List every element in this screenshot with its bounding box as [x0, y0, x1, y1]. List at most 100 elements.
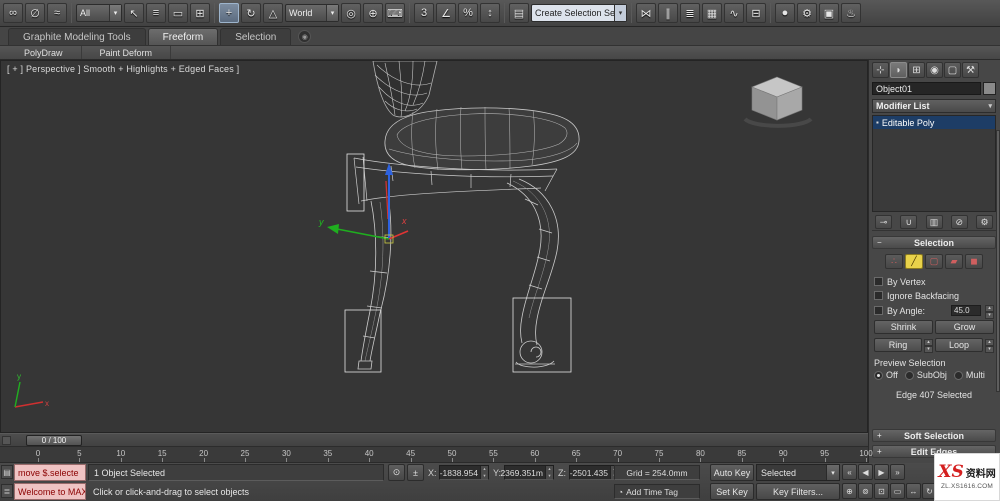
shrink-button[interactable]: Shrink	[874, 320, 933, 334]
by-angle-field[interactable]: 45.0	[951, 305, 981, 316]
spinner-up-icon[interactable]: ▴	[985, 305, 994, 312]
ring-button[interactable]: Ring	[874, 338, 922, 352]
ribbon-tab-selection[interactable]: Selection	[220, 28, 291, 45]
key-mode-dropdown[interactable]: Selected ▾	[756, 464, 840, 481]
named-selection-sets-icon[interactable]: ▤	[509, 3, 529, 23]
create-tab-icon[interactable]: ⊹	[872, 62, 889, 78]
bind-to-space-warp-icon[interactable]: ≈	[47, 3, 67, 23]
object-name-field[interactable]: Object01	[872, 82, 981, 95]
selection-filter-dropdown[interactable]: All▾	[76, 4, 122, 22]
curve-editor-icon[interactable]: ∿	[724, 3, 744, 23]
spinner-down-icon[interactable]: ▾	[985, 346, 994, 353]
time-slider[interactable]: 0 / 100	[26, 435, 82, 446]
graphite-ribbon-toggle-icon[interactable]: ▦	[702, 3, 722, 23]
unlink-selection-icon[interactable]: ∅	[25, 3, 45, 23]
zoom-region-icon[interactable]: ▭	[890, 483, 905, 499]
perspective-viewport[interactable]: [ + ] Perspective ] Smooth + Highlights …	[0, 60, 868, 433]
edge-icon[interactable]: ╱	[905, 254, 923, 269]
transform-gizmo[interactable]: y x	[318, 163, 408, 243]
loop-spinner[interactable]: ▴▾	[985, 339, 994, 351]
utilities-tab-icon[interactable]: ⚒	[962, 62, 979, 78]
configure-modifier-sets-icon[interactable]: ⚙	[976, 215, 993, 229]
window-crossing-icon[interactable]: ⊞	[190, 3, 210, 23]
named-selection-set-dropdown[interactable]: Create Selection Se▾	[531, 4, 627, 22]
loop-button[interactable]: Loop	[935, 338, 983, 352]
percent-snap-icon[interactable]: %	[458, 3, 478, 23]
select-and-link-icon[interactable]: ∞	[3, 3, 23, 23]
listener-welcome-line[interactable]: Welcome to MAX!	[14, 483, 86, 500]
modifier-list-dropdown[interactable]: Modifier List ▾	[872, 99, 996, 113]
add-time-tag[interactable]: ◔ Add Time Tag	[614, 484, 700, 499]
zoom-all-icon[interactable]: ⊚	[858, 483, 873, 499]
select-and-scale-icon[interactable]: △	[263, 3, 283, 23]
material-editor-icon[interactable]: ●	[775, 3, 795, 23]
go-to-end-icon[interactable]: »	[890, 464, 905, 480]
rollout-soft-selection[interactable]: +Soft Selection	[872, 429, 996, 442]
mirror-icon[interactable]: ⋈	[636, 3, 656, 23]
panel-scrollbar[interactable]	[996, 130, 1000, 392]
pan-icon[interactable]: ↔	[906, 483, 921, 499]
snaps-toggle-icon[interactable]: 3	[414, 3, 434, 23]
modifier-stack[interactable]: ▪ Editable Poly	[872, 115, 996, 212]
spinner-up-icon[interactable]: ▴	[924, 339, 933, 346]
ribbon-tab-freeform[interactable]: Freeform	[148, 28, 219, 45]
viewport-label[interactable]: [ + ] Perspective ] Smooth + Highlights …	[7, 64, 239, 74]
coord-spinner[interactable]: ▴▾	[545, 466, 553, 479]
rendered-frame-icon[interactable]: ▣	[819, 3, 839, 23]
make-unique-icon[interactable]: ▥	[926, 215, 943, 229]
display-tab-icon[interactable]: ▢	[944, 62, 961, 78]
show-end-result-icon[interactable]: ∪	[900, 215, 917, 229]
render-production-icon[interactable]: ♨	[841, 3, 861, 23]
layer-manager-icon[interactable]: ≣	[680, 3, 700, 23]
auto-key-button[interactable]: Auto Key	[710, 464, 754, 481]
spinner-down-icon[interactable]: ▾	[924, 346, 933, 353]
coord-z-field[interactable]: -2501.435 ▴▾	[569, 465, 619, 480]
modify-tab-icon[interactable]: ◗	[890, 62, 907, 78]
mini-listener-icon[interactable]: ≣	[1, 484, 13, 498]
remove-modifier-icon[interactable]: ⊘	[951, 215, 968, 229]
radio-subobj[interactable]: SubObj	[905, 370, 947, 380]
use-pivot-center-icon[interactable]: ◎	[341, 3, 361, 23]
select-object-icon[interactable]: ↖	[124, 3, 144, 23]
coord-spinner[interactable]: ▴▾	[480, 466, 488, 479]
schematic-view-icon[interactable]: ⊟	[746, 3, 766, 23]
pin-stack-icon[interactable]: ⊸	[875, 215, 892, 229]
ring-spinner[interactable]: ▴▾	[924, 339, 933, 351]
rectangular-selection-icon[interactable]: ▭	[168, 3, 188, 23]
select-and-rotate-icon[interactable]: ↻	[241, 3, 261, 23]
spinner-up-icon[interactable]: ▴	[985, 339, 994, 346]
render-setup-icon[interactable]: ⚙	[797, 3, 817, 23]
object-color-swatch[interactable]	[983, 82, 996, 95]
align-icon[interactable]: ∥	[658, 3, 678, 23]
motion-tab-icon[interactable]: ◉	[926, 62, 943, 78]
stack-item-editable-poly[interactable]: ▪ Editable Poly	[873, 116, 995, 129]
grow-button[interactable]: Grow	[935, 320, 994, 334]
polygon-icon[interactable]: ▰	[945, 254, 963, 269]
angle-snap-icon[interactable]: ∠	[436, 3, 456, 23]
track-bar[interactable]: 0 / 100	[0, 433, 868, 447]
radio-off[interactable]: Off	[874, 370, 898, 380]
coord-y-field[interactable]: 2369.351m ▴▾	[504, 465, 554, 480]
vertex-icon[interactable]: ∴	[885, 254, 903, 269]
zoom-extents-icon[interactable]: ⊡	[874, 483, 889, 499]
reference-coordinate-dropdown[interactable]: World▾	[285, 4, 339, 22]
macro-recorder-icon[interactable]: ▤	[1, 465, 13, 479]
absolute-offset-mode-icon[interactable]: ±	[407, 464, 424, 481]
keyboard-override-icon[interactable]: ⌨	[385, 3, 405, 23]
border-icon[interactable]: ▢	[925, 254, 943, 269]
rollout-selection[interactable]: − Selection	[872, 236, 996, 249]
ribbon-config-icon[interactable]: ◉	[298, 30, 311, 43]
selection-lock-toggle-icon[interactable]: ⊙	[388, 464, 405, 481]
element-icon[interactable]: ◼	[965, 254, 983, 269]
previous-frame-icon[interactable]: ◀	[858, 464, 873, 480]
spinner-snap-icon[interactable]: ↕	[480, 3, 500, 23]
play-animation-icon[interactable]: ▶	[874, 464, 889, 480]
by-angle-spinner[interactable]: ▴▾	[985, 305, 994, 317]
zoom-icon[interactable]: ⊕	[842, 483, 857, 499]
select-and-move-icon[interactable]: +	[219, 3, 239, 23]
select-by-name-icon[interactable]: ≡	[146, 3, 166, 23]
ribbon-panel-paint-deform[interactable]: Paint Deform	[82, 46, 172, 59]
hierarchy-tab-icon[interactable]: ⊞	[908, 62, 925, 78]
view-cube[interactable]	[745, 77, 811, 126]
select-and-manipulate-icon[interactable]: ⊕	[363, 3, 383, 23]
